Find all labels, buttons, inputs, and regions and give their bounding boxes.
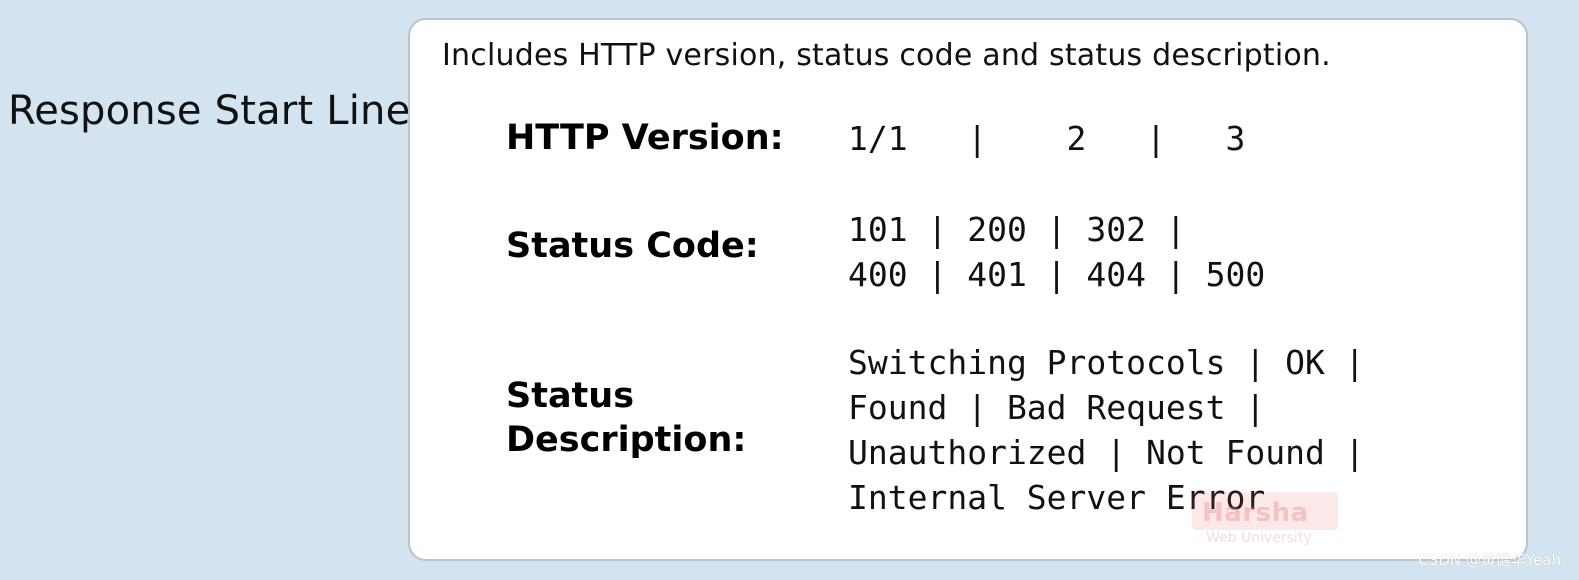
http-version-label: HTTP Version: — [506, 118, 784, 158]
section-title: Response Start Line — [8, 88, 411, 134]
http-version-values: 1/1 | 2 | 3 — [848, 119, 1246, 158]
watermark-subtitle: Web University — [1206, 530, 1312, 546]
status-code-label: Status Code: — [506, 226, 759, 266]
status-description-label: Status Description: — [506, 376, 747, 460]
status-code-values: 101 | 200 | 302 | 400 | 401 | 404 | 500 — [848, 210, 1266, 294]
watermark-logo-text: Harsha — [1202, 498, 1309, 528]
credit-watermark: CSDN @黄健华Yeah — [1418, 551, 1561, 569]
watermark-logo-box: Harsha — [1192, 492, 1338, 530]
card-lead-text: Includes HTTP version, status code and s… — [442, 38, 1331, 73]
slide-card: Includes HTTP version, status code and s… — [408, 18, 1528, 561]
